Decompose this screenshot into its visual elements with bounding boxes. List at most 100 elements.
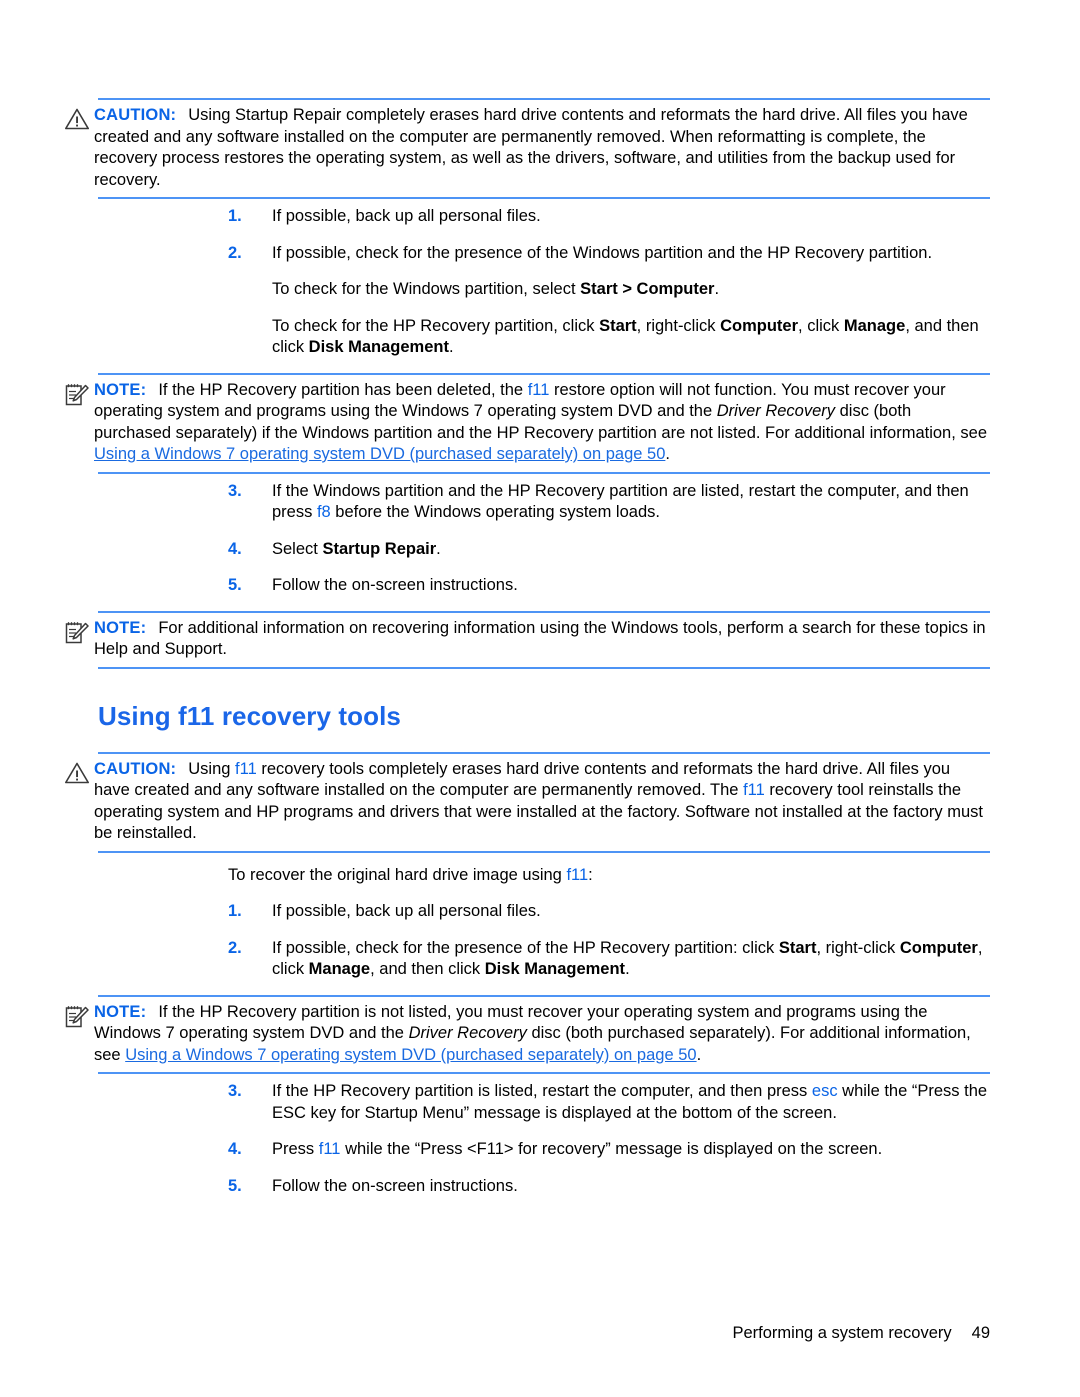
- list-item: 4. Select Startup Repair.: [228, 532, 990, 569]
- list-item-number: 1.: [228, 902, 242, 920]
- intro-paragraph-recover-image: To recover the original hard drive image…: [228, 853, 990, 895]
- list-item-text-part: , and then click: [370, 960, 485, 978]
- caution-body-part: Using: [188, 759, 236, 778]
- admonition-bottom-rule: [98, 471, 990, 474]
- note-text: NOTE: If the HP Recovery partition is not…: [94, 1002, 990, 1067]
- caution-text: CAUTION: Using Startup Repair completely …: [94, 105, 990, 191]
- content-column: CAUTION: Using Startup Repair completely …: [65, 98, 990, 1205]
- list-item-text: If the Windows partition and the HP Reco…: [272, 481, 990, 524]
- sub-paragraph-check-hp-recovery-partition: To check for the HP Recovery partition, …: [228, 309, 990, 367]
- procedure-list-f11-recovery: 1. If possible, back up all personal fil…: [228, 894, 990, 989]
- list-item: 1. If possible, back up all personal fil…: [228, 894, 990, 931]
- caution-block-f11-recovery: CAUTION: Using f11 recovery tools complet…: [65, 751, 990, 853]
- note-label: NOTE:: [94, 380, 147, 399]
- key-name-esc: esc: [811, 1082, 838, 1100]
- cross-reference-link-windows7-dvd[interactable]: Using a Windows 7 operating system DVD (…: [94, 445, 665, 463]
- sub-para-mid: , click: [798, 316, 844, 335]
- list-item: 1. If possible, back up all personal fil…: [228, 199, 990, 236]
- list-item-number: 2.: [228, 938, 242, 957]
- warning-triangle-icon: [64, 105, 94, 131]
- list-item-text: Follow the on-screen instructions.: [272, 1176, 518, 1195]
- list-item-number: 3.: [228, 481, 242, 500]
- procedure-list-f11-recovery-continued: 3. If the HP Recovery partition is liste…: [228, 1074, 990, 1205]
- list-item: 2. If possible, check for the presence o…: [228, 236, 990, 273]
- page-title: Using f11 recovery tools: [98, 700, 401, 731]
- admonition-bottom-rule: [98, 197, 990, 199]
- list-item-text-part: while the “Press <F11> for recovery” mes…: [340, 1140, 883, 1158]
- key-name-f11: f11: [527, 380, 550, 399]
- list-item-text-part: , right-click: [816, 938, 900, 957]
- list-item-text-part: .: [436, 539, 441, 558]
- ui-label-manage: Manage: [843, 316, 906, 335]
- caution-block-startup-repair: CAUTION: Using Startup Repair completely …: [65, 98, 990, 199]
- ui-label-computer: Computer: [720, 316, 799, 335]
- caution-label: CAUTION:: [94, 759, 177, 778]
- cross-reference-link-windows7-dvd[interactable]: Using a Windows 7 operating system DVD (…: [125, 1046, 696, 1064]
- list-item-number: 4.: [228, 539, 242, 558]
- list-item: 4. Press f11 while the “Press <F11> for …: [228, 1132, 990, 1169]
- list-item-number: 1.: [228, 207, 242, 225]
- list-item-text: Select Startup Repair.: [272, 539, 990, 561]
- note-text: NOTE: If the HP Recovery partition has be…: [94, 380, 990, 466]
- list-item-number: 5.: [228, 576, 242, 594]
- note-body-part: If the HP Recovery partition has been de…: [158, 380, 528, 399]
- list-item-text: If possible, check for the presence of t…: [272, 243, 933, 262]
- ui-label-disk-management: Disk Management: [308, 338, 449, 356]
- sub-para-tail: .: [448, 338, 454, 356]
- list-item-number: 4.: [228, 1140, 242, 1158]
- sub-para-lead: To check for the Windows partition, sele…: [272, 280, 581, 298]
- admonition-bottom-rule: [98, 850, 990, 853]
- list-item: 5. Follow the on-screen instructions.: [228, 568, 990, 605]
- sub-para-lead: To check for the HP Recovery partition, …: [272, 316, 600, 335]
- ui-label-start: Start: [778, 938, 817, 957]
- page-footer: Performing a system recovery 49: [0, 1324, 1080, 1343]
- list-item-number: 5.: [228, 1176, 242, 1195]
- intro-text-part: To recover the original hard drive image…: [228, 865, 567, 884]
- note-block-windows-tools: NOTE: For additional information on recov…: [65, 610, 990, 669]
- list-item-text-part: If the HP Recovery partition is listed, …: [272, 1082, 812, 1100]
- list-item-text-part: If possible, check for the presence of t…: [272, 938, 779, 957]
- note-pad-pencil-icon: [64, 1002, 94, 1030]
- procedure-list-startup-repair-continued: 3. If the Windows partition and the HP R…: [228, 474, 990, 605]
- key-name-f8: f8: [316, 503, 331, 521]
- ui-label-disk-management: Disk Management: [484, 960, 626, 978]
- key-name-f11: f11: [235, 759, 257, 778]
- key-name-f11: f11: [566, 865, 589, 884]
- note-pad-pencil-icon: [64, 618, 94, 646]
- list-item: 3. If the Windows partition and the HP R…: [228, 474, 990, 532]
- note-body-part: .: [665, 445, 670, 463]
- list-item-text-part: Press: [272, 1140, 319, 1158]
- list-item-text-part: before the Windows operating system load…: [330, 503, 660, 521]
- note-block-recovery-partition-deleted: NOTE: If the HP Recovery partition has be…: [65, 372, 990, 474]
- intro-text-part: :: [588, 865, 593, 884]
- footer-chapter-title: Performing a system recovery: [732, 1324, 952, 1342]
- ui-label-start: Start: [599, 316, 637, 335]
- list-item-number: 2.: [228, 243, 242, 262]
- key-name-f11: f11: [318, 1140, 341, 1158]
- list-item-text: If possible, check for the presence of t…: [272, 938, 990, 981]
- note-body: For additional information on recovering…: [94, 618, 986, 659]
- footer-page-number: 49: [971, 1324, 990, 1342]
- procedure-list-startup-repair: 1. If possible, back up all personal fil…: [228, 199, 990, 367]
- note-text: NOTE: For additional information on recov…: [94, 618, 990, 661]
- sub-para-tail: .: [714, 280, 720, 298]
- list-item-text: Press f11 while the “Press <F11> for rec…: [272, 1139, 990, 1161]
- caution-text: CAUTION: Using f11 recovery tools complet…: [94, 759, 990, 845]
- list-item-text: If possible, back up all personal files.: [272, 207, 541, 225]
- list-item: 2. If possible, check for the presence o…: [228, 931, 990, 989]
- list-item-text: If the HP Recovery partition is listed, …: [272, 1081, 990, 1124]
- note-label: NOTE:: [94, 1002, 147, 1021]
- ui-label-manage: Manage: [308, 960, 371, 978]
- publication-title-driver-recovery: Driver Recovery: [408, 1024, 527, 1042]
- list-item-text: If possible, back up all personal files.: [272, 902, 541, 920]
- key-name-f11: f11: [743, 781, 765, 799]
- warning-triangle-icon: [64, 759, 94, 785]
- admonition-bottom-rule: [98, 666, 990, 669]
- admonition-bottom-rule: [98, 1072, 990, 1074]
- publication-title-driver-recovery: Driver Recovery: [716, 402, 836, 420]
- list-item: 5. Follow the on-screen instructions.: [228, 1169, 990, 1206]
- caution-body: Using Startup Repair completely erases h…: [94, 106, 968, 189]
- ui-path-start-computer: Start > Computer: [580, 280, 715, 298]
- ui-label-computer: Computer: [899, 938, 978, 957]
- list-item-text-part: .: [625, 960, 630, 978]
